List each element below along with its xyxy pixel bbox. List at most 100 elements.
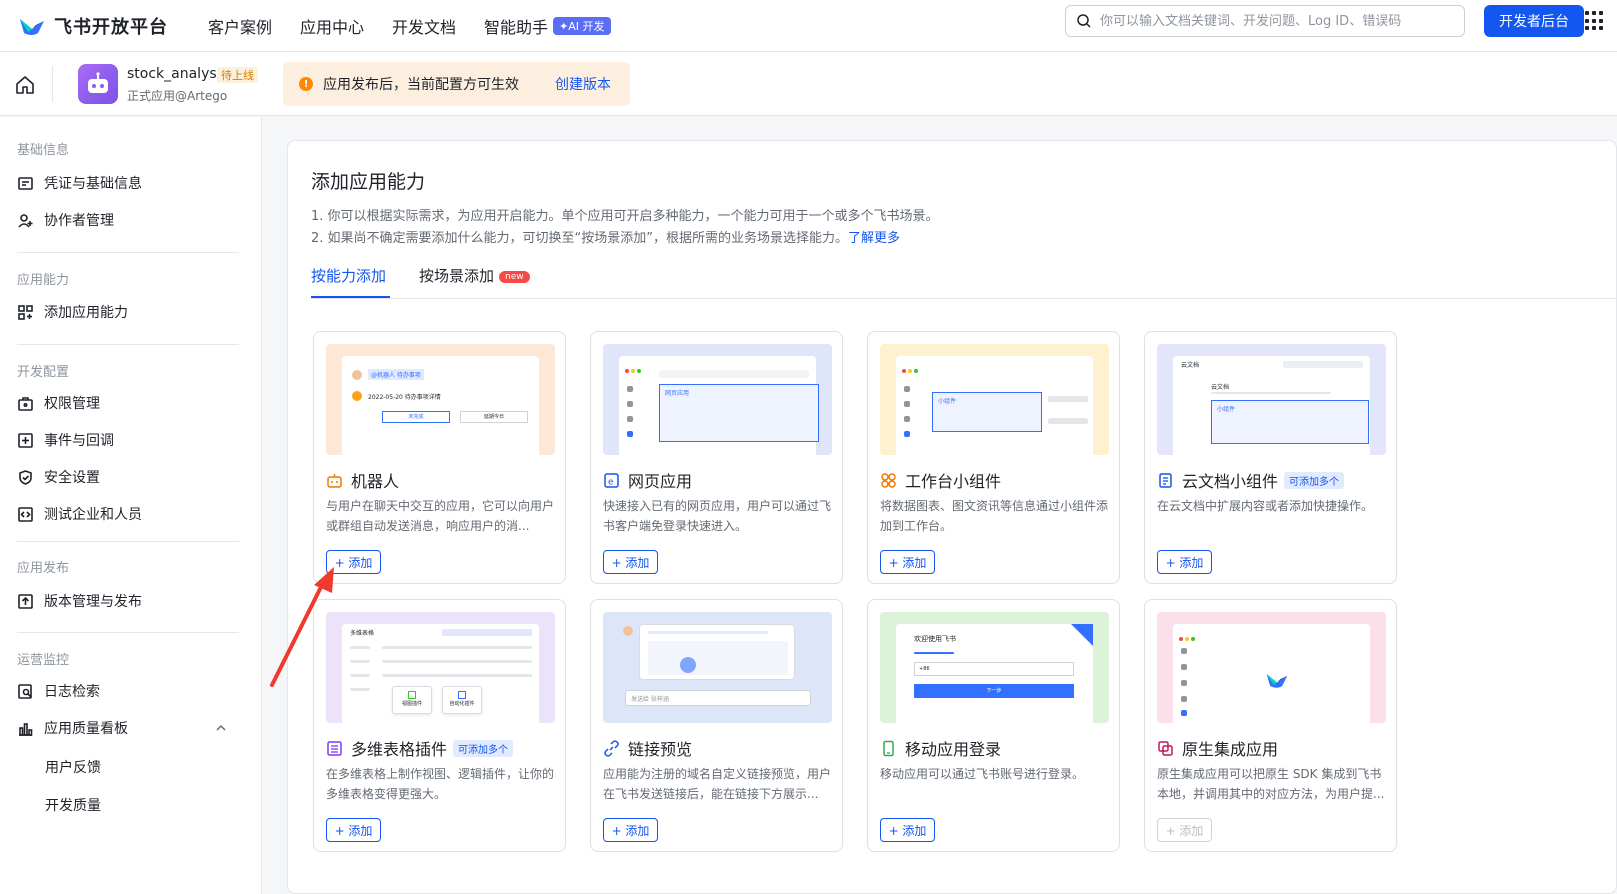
thumbnail-window: 多维表格 视图插件 自动化插件: [342, 624, 539, 723]
capability-card-workplace-widget: 小组件 工作台小组件 将数据图表、图文资讯等信息通过小组件添加到工作台。 + 添…: [867, 331, 1120, 584]
thumb-text: 自动化插件: [449, 701, 475, 707]
annotation-arrow: [270, 567, 334, 687]
multi-badge: 可添加多个: [453, 739, 514, 757]
sidebar-item-logs[interactable]: 日志检索: [17, 677, 245, 705]
new-badge: new: [499, 271, 530, 283]
card-title: 机器人: [326, 468, 399, 492]
capability-card-robot: @机器人 待办事项 2022-05-20 待办事项详情 未完成 延期今日 机器人…: [313, 331, 566, 584]
sidebar-group-basic: 基础信息: [17, 143, 70, 158]
thumbnail-window: 小组件: [896, 356, 1093, 455]
add-workplace-widget-button[interactable]: + 添加: [880, 550, 935, 574]
upload-icon: [18, 593, 33, 609]
capability-card-native-app: 原生集成应用 原生集成应用可以把原生 SDK 集成到飞书本地，并调用其中的对应方…: [1144, 599, 1397, 852]
sidebar-item-label: 安全设置: [44, 470, 100, 486]
divider: [17, 344, 239, 345]
sidebar-item-collaborators[interactable]: 协作者管理: [17, 206, 245, 234]
card-title-text: 移动应用登录: [905, 740, 1002, 759]
sidebar-item-security[interactable]: 安全设置: [17, 463, 245, 491]
divider: [52, 66, 53, 102]
card-title-text: 链接预览: [628, 740, 693, 759]
learn-more-link[interactable]: 了解更多: [848, 231, 900, 246]
apps-grid-icon[interactable]: [1585, 11, 1605, 31]
add-web-app-button[interactable]: + 添加: [603, 550, 658, 574]
sidebar-item-versions[interactable]: 版本管理与发布: [17, 587, 245, 615]
add-link-preview-button[interactable]: + 添加: [603, 818, 658, 842]
nav-ai-assistant[interactable]: 智能助手 ✦AI 开发: [484, 14, 611, 38]
card-thumbnail: 欢迎使用飞书 +86 下一步: [880, 612, 1109, 723]
search-box[interactable]: [1065, 5, 1465, 37]
card-thumbnail: 发送给 张梓涵: [603, 612, 832, 723]
tab-by-capability[interactable]: 按能力添加: [311, 265, 386, 286]
card-thumbnail: [1157, 612, 1386, 723]
card-title-text: 原生集成应用: [1182, 740, 1279, 759]
tab-bar: 按能力添加 按场景添加 new: [311, 265, 1617, 299]
app-owner: 正式应用@Artego: [127, 89, 228, 103]
divider: [17, 541, 239, 542]
sidebar-item-credentials[interactable]: 凭证与基础信息: [17, 169, 245, 197]
sidebar-item-label: 权限管理: [44, 396, 100, 412]
chevron-up-icon: [216, 724, 226, 731]
notice-text: 应用发布后，当前配置方可生效: [323, 77, 519, 93]
thumb-text: 2022-05-20 待办事项详情: [368, 394, 441, 401]
top-nav: 飞书开放平台 客户案例 应用中心 开发文档 智能助手✦AI 开发 开发者后台: [0, 0, 1617, 52]
sidebar-item-add-capability[interactable]: 添加应用能力: [17, 298, 245, 326]
sidebar-item-permissions[interactable]: 权限管理: [17, 389, 245, 417]
robot-avatar-icon: [88, 72, 108, 93]
feishu-logo-icon: [1266, 674, 1288, 688]
sidebar-group-dev-config: 开发配置: [17, 365, 70, 380]
app-avatar: [78, 64, 118, 104]
sidebar-subitem-dev-quality[interactable]: 开发质量: [45, 795, 101, 815]
app-name: stock_analyst: [127, 66, 223, 82]
sidebar-item-label: 添加应用能力: [44, 305, 128, 321]
card-thumbnail: 多维表格 视图插件 自动化插件: [326, 612, 555, 723]
card-title-text: 网页应用: [628, 472, 693, 491]
thumb-text: 多维表格: [350, 630, 375, 637]
feishu-logo-icon: [20, 18, 44, 35]
card-thumbnail: 云文档 云文档 小组件: [1157, 344, 1386, 455]
thumb-text: 未完成: [382, 411, 450, 423]
add-mobile-login-button[interactable]: + 添加: [880, 818, 935, 842]
card-title: 云文档小组件 可添加多个: [1157, 468, 1345, 492]
tab-by-scenario[interactable]: 按场景添加 new: [419, 265, 530, 286]
tab-active-indicator: [311, 296, 390, 298]
base-plugin-icon: [327, 740, 342, 756]
thumb-text: 延期今日: [460, 411, 528, 423]
doc-widget-icon: [1159, 472, 1172, 488]
nav-dev-docs[interactable]: 开发文档: [392, 14, 456, 38]
card-title: 链接预览: [603, 736, 692, 760]
search-input[interactable]: [1100, 13, 1460, 29]
sidebar-group-monitoring: 运营监控: [17, 653, 70, 668]
home-icon[interactable]: [14, 74, 36, 96]
sidebar-group-release: 应用发布: [17, 561, 70, 576]
card-description: 在云文档中扩展内容或者添加快捷操作。: [1157, 499, 1374, 513]
description-line-1: 1. 你可以根据实际需求，为应用开启能力。单个应用可开启多种能力，一个能力可用于…: [311, 209, 939, 224]
description-text: 2. 如果尚不确定需要添加什么能力，可切换至“按场景添加”，根据所需的业务场景选…: [311, 231, 849, 246]
capability-card-link-preview: 发送给 张梓涵 链接预览 应用能为注册的域名自定义链接预览，用户在飞书发送链接后…: [590, 599, 843, 852]
card-title: 原生集成应用: [1157, 736, 1278, 760]
thumb-text: 小组件: [938, 398, 957, 405]
nav-app-center[interactable]: 应用中心: [300, 14, 364, 38]
tab-label: 按场景添加: [419, 267, 495, 285]
sidebar-item-label: 事件与回调: [44, 433, 114, 449]
sidebar-item-test-org[interactable]: 测试企业和人员: [17, 500, 245, 528]
sidebar-item-label: 日志检索: [44, 684, 100, 700]
sidebar-item-events[interactable]: 事件与回调: [17, 426, 245, 454]
nav-customer-cases[interactable]: 客户案例: [208, 14, 272, 38]
thumbnail-window: 发送给 张梓涵: [619, 624, 816, 723]
thumb-text: +86: [914, 662, 1074, 676]
sidebar-item-quality[interactable]: 应用质量看板: [17, 714, 245, 742]
card-description: 与用户在聊天中交互的应用，它可以向用户或群组自动发送消息，响应用户的消...: [326, 499, 554, 533]
add-native-app-button: + 添加: [1157, 818, 1212, 842]
publish-notice: ! 应用发布后，当前配置方可生效 创建版本: [283, 62, 630, 106]
thumb-text: 网页应用: [665, 390, 690, 397]
sidebar-subitem-feedback[interactable]: 用户反馈: [45, 757, 101, 777]
event-icon: [18, 432, 33, 448]
brand-logo[interactable]: 飞书开放平台: [18, 13, 168, 39]
add-doc-widget-button[interactable]: + 添加: [1157, 550, 1212, 574]
developer-console-button[interactable]: 开发者后台: [1484, 5, 1584, 37]
svg-text:e: e: [608, 477, 614, 487]
thumbnail-window: 云文档 云文档 小组件: [1173, 356, 1370, 455]
thumb-text: 发送给 张梓涵: [625, 690, 811, 706]
create-version-link[interactable]: 创建版本: [555, 74, 611, 94]
add-base-plugin-button[interactable]: + 添加: [326, 818, 381, 842]
